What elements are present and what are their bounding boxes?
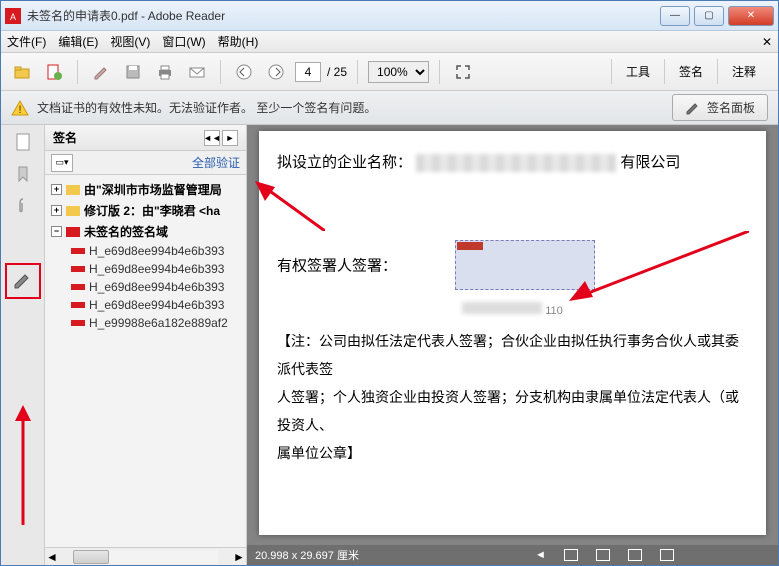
body: 签名 ◄◄ ► ▭▾ 全部验证 +由"深圳市市场监督管理局 +修订版 2：由"李…: [1, 125, 778, 565]
close-button[interactable]: ✕: [728, 6, 774, 26]
prev-arrow-icon[interactable]: ◄: [535, 549, 546, 561]
tree-field[interactable]: H_e69d8ee994b4e6b393: [47, 242, 244, 260]
menu-help[interactable]: 帮助(H): [218, 33, 259, 50]
create-pdf-button[interactable]: [41, 59, 67, 85]
maximize-button[interactable]: ▢: [694, 6, 724, 26]
toolbar-separator: [357, 60, 358, 84]
warning-icon: !: [11, 99, 29, 117]
tree-item[interactable]: +修订版 2：由"李晓君 <ha: [47, 200, 244, 221]
comment-button[interactable]: 注释: [717, 59, 770, 84]
field-icon: [71, 282, 85, 292]
menu-window[interactable]: 窗口(W): [162, 33, 205, 50]
signature-tree: +由"深圳市市场监督管理局 +修订版 2：由"李晓君 <ha −未签名的签名域 …: [45, 175, 246, 547]
field-icon: [71, 264, 85, 274]
window-title: 未签名的申请表0.pdf - Adobe Reader: [27, 7, 656, 24]
signature-panel-button[interactable]: 签名面板: [672, 94, 768, 121]
signatures-panel: 签名 ◄◄ ► ▭▾ 全部验证 +由"深圳市市场监督管理局 +修订版 2：由"李…: [45, 125, 247, 565]
toolbar-separator: [439, 60, 440, 84]
menu-file[interactable]: 文件(F): [7, 33, 46, 50]
warning-text: 文档证书的有效性未知。无法验证作者。 至少一个签名有问题。: [37, 99, 376, 116]
menu-view[interactable]: 视图(V): [110, 33, 150, 50]
pdf-page[interactable]: 拟设立的企业名称： 有限公司 有权签署人签署： 44050013 110110 …: [259, 131, 766, 535]
svg-text:A: A: [10, 12, 16, 22]
tree-field[interactable]: H_e69d8ee994b4e6b393: [47, 260, 244, 278]
view-mode-icon[interactable]: [564, 549, 578, 561]
warning-bar: ! 文档证书的有效性未知。无法验证作者。 至少一个签名有问题。 签名面板: [1, 91, 778, 125]
tools-button[interactable]: 工具: [611, 59, 664, 84]
options-dropdown[interactable]: ▭▾: [51, 154, 73, 172]
next-page-button[interactable]: [263, 59, 289, 85]
signer-line: 有权签署人签署：: [277, 240, 748, 290]
signature-unsigned-icon: [66, 227, 80, 237]
field-icon: [71, 246, 85, 256]
sidepanel-toolbar: ▭▾ 全部验证: [45, 151, 246, 175]
tree-item[interactable]: +由"深圳市市场监督管理局: [47, 179, 244, 200]
verify-all-link[interactable]: 全部验证: [192, 154, 240, 171]
bookmarks-icon[interactable]: [12, 163, 34, 185]
edit-button[interactable]: [88, 59, 114, 85]
pdf-icon: A: [5, 8, 21, 24]
next-sig-button[interactable]: ►: [222, 130, 238, 146]
sidepanel-scrollbar[interactable]: ◄ ►: [45, 547, 246, 565]
right-tools: 工具 签名 注释: [611, 59, 770, 84]
window-buttons: — ▢ ✕: [656, 6, 774, 26]
expand-icon[interactable]: +: [51, 205, 62, 216]
mail-button[interactable]: [184, 59, 210, 85]
tree-field[interactable]: H_e69d8ee994b4e6b393: [47, 296, 244, 314]
page-dimensions: 20.998 x 29.697 厘米: [255, 547, 359, 563]
signature-valid-icon: [66, 206, 80, 216]
signature-field[interactable]: [455, 240, 595, 290]
print-button[interactable]: [152, 59, 178, 85]
page-total-label: / 25: [327, 65, 347, 79]
signature-nav-icon[interactable]: [5, 263, 41, 299]
page-number-input[interactable]: [295, 62, 321, 82]
status-bar: 20.998 x 29.697 厘米 ◄: [247, 545, 778, 565]
toolbar-separator: [77, 60, 78, 84]
attachments-icon[interactable]: [12, 195, 34, 217]
sidepanel-title: 签名: [53, 129, 77, 146]
save-button[interactable]: [120, 59, 146, 85]
toolbar-separator: [220, 60, 221, 84]
tree-field[interactable]: H_e99988e6a182e889af2: [47, 314, 244, 332]
minimize-button[interactable]: —: [660, 6, 690, 26]
view-mode-icon[interactable]: [628, 549, 642, 561]
thumbnails-icon[interactable]: [12, 131, 34, 153]
prev-sig-button[interactable]: ◄◄: [204, 130, 220, 146]
field-icon: [71, 318, 85, 328]
menu-edit[interactable]: 编辑(E): [58, 33, 98, 50]
svg-text:!: !: [18, 104, 21, 116]
field-icon: [71, 300, 85, 310]
redacted-text: [416, 154, 616, 172]
view-mode-icon[interactable]: [596, 549, 610, 561]
view-mode-icon[interactable]: [660, 549, 674, 561]
signature-valid-icon: [66, 185, 80, 195]
sidepanel-header: 签名 ◄◄ ►: [45, 125, 246, 151]
scroll-thumb[interactable]: [73, 550, 109, 564]
note-text: 【注：公司由拟任法定代表人签署；合伙企业由拟任执行事务合伙人或其委派代表签 人签…: [277, 327, 748, 467]
menu-bar: 文件(F) 编辑(E) 视图(V) 窗口(W) 帮助(H) ✕: [1, 31, 778, 53]
tree-item[interactable]: −未签名的签名域: [47, 221, 244, 242]
prev-page-button[interactable]: [231, 59, 257, 85]
fit-button[interactable]: [450, 59, 476, 85]
collapse-icon[interactable]: −: [51, 226, 62, 237]
title-bar: A 未签名的申请表0.pdf - Adobe Reader — ▢ ✕: [1, 1, 778, 31]
tree-field[interactable]: H_e69d8ee994b4e6b393: [47, 278, 244, 296]
blur-code: 44050013 110110: [277, 302, 748, 317]
panel-close-icon[interactable]: ✕: [762, 35, 772, 49]
open-file-button[interactable]: [9, 59, 35, 85]
expand-icon[interactable]: +: [51, 184, 62, 195]
zoom-select[interactable]: 100%: [368, 61, 429, 83]
app-window: A 未签名的申请表0.pdf - Adobe Reader — ▢ ✕ 文件(F…: [0, 0, 779, 566]
nav-strip: [1, 125, 45, 565]
toolbar: / 25 100% 工具 签名 注释: [1, 53, 778, 91]
red-arrow-up: [11, 405, 35, 525]
company-name-line: 拟设立的企业名称： 有限公司: [277, 151, 748, 172]
sign-button[interactable]: 签名: [664, 59, 717, 84]
pen-icon: [685, 101, 701, 115]
document-area: 拟设立的企业名称： 有限公司 有权签署人签署： 44050013 110110 …: [247, 125, 778, 565]
